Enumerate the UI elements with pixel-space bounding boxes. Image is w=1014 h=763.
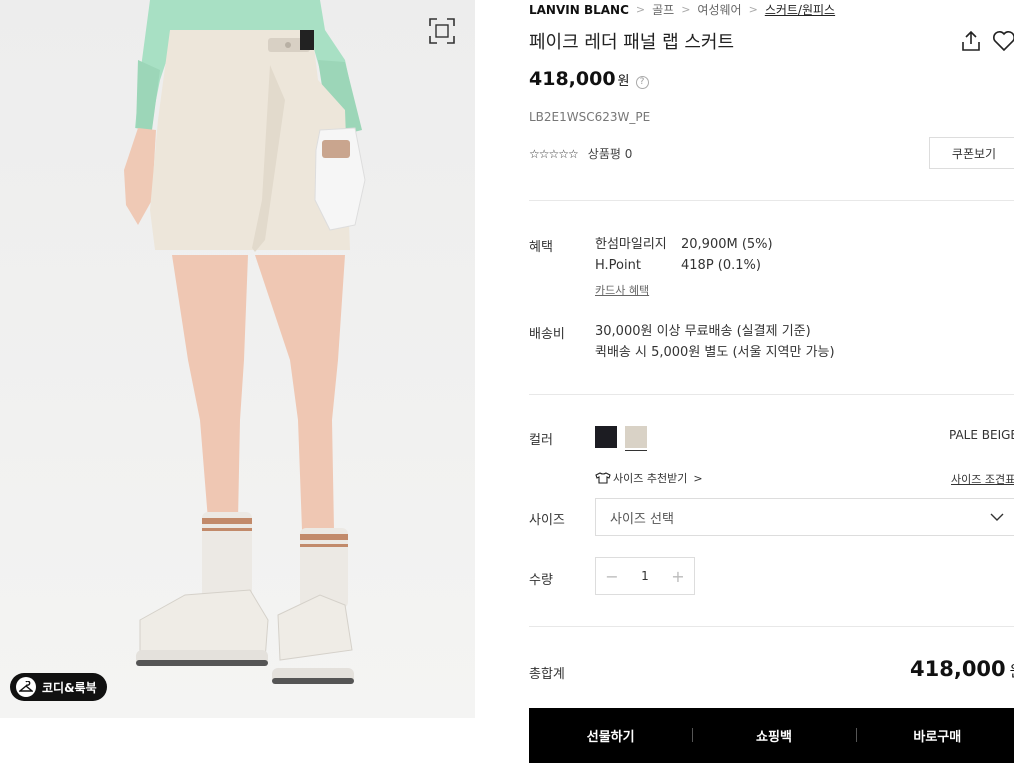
breadcrumb-item-skirt[interactable]: 스커트/원피스 [765, 1, 835, 18]
color-label: 컬러 [529, 429, 553, 448]
heart-icon[interactable] [992, 30, 1014, 52]
quantity-stepper: − 1 + [595, 557, 695, 595]
buy-now-button[interactable]: 바로구매 [856, 726, 1014, 745]
shopping-bag-button[interactable]: 쇼핑백 [692, 726, 855, 745]
color-swatch-black[interactable] [595, 426, 617, 448]
size-label: 사이즈 [529, 509, 565, 528]
benefit-row: H.Point 418P (0.1%) [595, 255, 773, 276]
chevron-right-icon: > [681, 3, 690, 16]
hanger-icon [16, 677, 36, 697]
product-price: 418,000 원 ? [529, 68, 649, 90]
shirt-icon [595, 472, 611, 484]
benefit-name: 한섬마일리지 [595, 234, 681, 255]
quantity-value[interactable]: 1 [641, 569, 649, 583]
product-image[interactable]: 코디&룩북 [0, 0, 475, 718]
selected-color-name: PALE BEIGE [949, 428, 1014, 442]
size-select[interactable]: 사이즈 선택 [595, 498, 1014, 536]
shipping-info: 30,000원 이상 무료배송 (실결제 기준) 퀵배송 시 5,000원 별도… [595, 321, 835, 363]
coordi-lookbook-button[interactable]: 코디&룩북 [10, 673, 107, 701]
chevron-right-icon: > [749, 3, 758, 16]
benefit-value: 20,900M (5%) [681, 234, 773, 255]
share-icon[interactable] [960, 30, 982, 52]
total-currency: 원 [1010, 660, 1014, 681]
benefit-name: H.Point [595, 255, 681, 276]
size-select-placeholder: 사이즈 선택 [610, 508, 674, 527]
shipping-line: 30,000원 이상 무료배송 (실결제 기준) [595, 321, 835, 342]
star-rating-icon: ☆☆☆☆☆ [529, 147, 578, 161]
price-amount: 418,000 [529, 68, 616, 90]
review-count: 상품평 0 [588, 145, 633, 162]
divider [529, 394, 1014, 395]
coupon-button[interactable]: 쿠폰보기 [929, 137, 1014, 169]
product-sku: LB2E1WSC623W_PE [529, 110, 650, 124]
breadcrumb-item-womens[interactable]: 여성웨어 [697, 1, 741, 18]
quantity-plus-button[interactable]: + [670, 567, 686, 586]
shipping-label: 배송비 [529, 323, 565, 342]
rating[interactable]: ☆☆☆☆☆ 상품평 0 [529, 145, 632, 162]
quantity-minus-button[interactable]: − [604, 567, 620, 586]
price-help-icon[interactable]: ? [636, 76, 649, 89]
shipping-line: 퀵배송 시 5,000원 별도 (서울 지역만 가능) [595, 342, 835, 363]
product-title: 페이크 레더 패널 랩 스커트 [529, 28, 734, 54]
chevron-down-icon [990, 513, 1004, 521]
divider [529, 626, 1014, 627]
gift-button[interactable]: 선물하기 [529, 726, 692, 745]
chevron-right-icon: > [636, 3, 645, 16]
total-label: 총합계 [529, 663, 565, 682]
action-bar: 선물하기 쇼핑백 바로구매 [529, 708, 1014, 763]
price-currency: 원 [618, 70, 630, 89]
chevron-right-icon: > [693, 472, 702, 485]
size-recommend-label: 사이즈 추천받기 [613, 470, 687, 486]
benefit-value: 418P (0.1%) [681, 255, 761, 276]
total-price: 418,000 원 [910, 657, 1014, 681]
fullscreen-icon[interactable] [428, 17, 456, 45]
benefit-row: 한섬마일리지 20,900M (5%) [595, 234, 773, 255]
quantity-label: 수량 [529, 569, 553, 588]
total-amount: 418,000 [910, 657, 1006, 681]
benefit-list: 한섬마일리지 20,900M (5%) H.Point 418P (0.1%) [595, 234, 773, 276]
coordi-lookbook-label: 코디&룩북 [42, 679, 97, 696]
product-info-panel: LANVIN BLANC > 골프 > 여성웨어 > 스커트/원피스 페이크 레… [529, 0, 1014, 763]
divider [529, 200, 1014, 201]
color-swatch-pale-beige[interactable] [625, 426, 647, 448]
breadcrumb: LANVIN BLANC > 골프 > 여성웨어 > 스커트/원피스 [529, 1, 835, 18]
card-benefit-link[interactable]: 카드사 혜택 [595, 282, 649, 298]
size-chart-link[interactable]: 사이즈 조견표 [951, 471, 1014, 487]
breadcrumb-brand[interactable]: LANVIN BLANC [529, 3, 629, 17]
size-recommend-link[interactable]: 사이즈 추천받기 > [595, 470, 703, 486]
breadcrumb-item-golf[interactable]: 골프 [652, 1, 674, 18]
benefit-label: 혜택 [529, 236, 553, 255]
product-photo [0, 0, 475, 718]
